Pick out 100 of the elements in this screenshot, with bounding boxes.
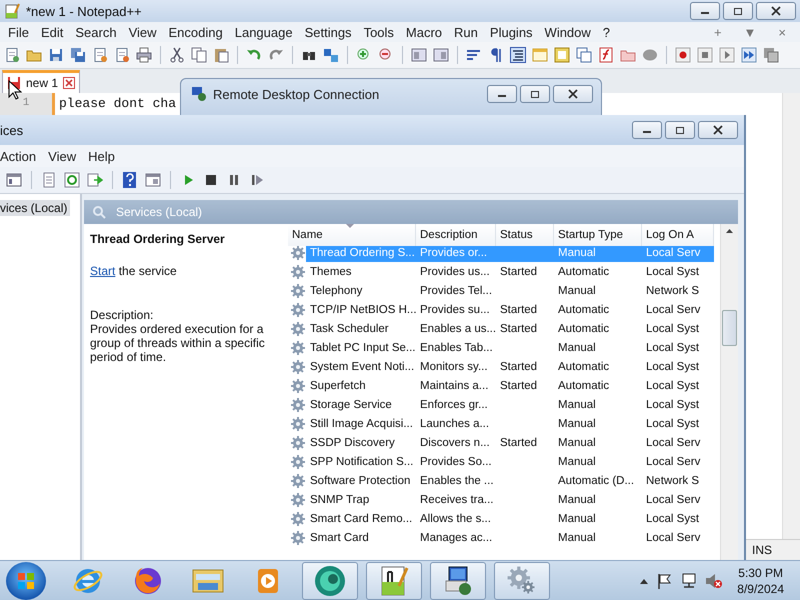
table-cell-text: Started [499,302,538,318]
table-cell-text: Manual [557,416,597,432]
menu-item[interactable]: View [122,24,163,40]
action-text: Start the service [90,264,178,278]
table-cell-text: Superfetch [309,378,367,394]
table-cell-text: Enables the ... [419,474,495,488]
table-cell-text: Receives tra... [419,492,494,508]
table-cell-text: SNMP Trap [309,492,370,508]
table-cell-text: Allows the s... [419,512,492,526]
table-cell-text: Enables a us... [419,322,496,336]
table-cell-text: Enforces gr... [419,398,489,412]
menu-item[interactable]: Plugins [484,24,539,40]
table-cell-text: Provides So... [419,454,493,470]
menu-item[interactable]: Help [82,148,121,164]
table-cell-text: Started [499,378,538,394]
table-cell-text: Local Syst [645,378,700,394]
menu-item[interactable]: Window [538,24,597,40]
table-cell-text: Local Syst [645,512,700,526]
table-cell-text: Software Protection [309,474,412,488]
column-header[interactable]: Name [288,224,416,246]
service-name: Thread Ordering Server [90,232,226,246]
table-cell-text: Automatic [557,302,610,318]
table-cell-text: Telephony [309,284,364,298]
table-cell-text: Discovers n... [419,436,491,450]
table-cell-text: Manual [557,398,597,412]
table-cell-text: Manual [557,454,597,470]
menu-button[interactable]: ▼ [738,24,762,40]
menu-item[interactable]: ? [596,24,616,40]
menu-button[interactable]: + [708,24,728,40]
table-cell-text: Enables Tab... [419,340,494,356]
menu-item[interactable]: View [42,148,82,164]
table-cell-text: Smart Card [309,530,370,546]
table-cell-text: Started [499,360,538,374]
menu-item[interactable]: Edit [34,24,70,40]
description-text: Provides ordered execution for a group of threads within a specific period of time. [90,322,266,364]
table-cell-text: Local Syst [645,398,700,412]
file-tab[interactable]: new 1 [2,70,80,93]
clock-date: 8/9/2024 [737,580,784,596]
table-cell-text: Provides Tel... [419,284,494,298]
table-cell-text: Launches a... [419,416,490,432]
table-cell-text: Started [499,264,538,280]
table-cell-text: Local Serv [645,436,702,450]
column-header[interactable]: Startup Type [554,224,642,246]
table-cell-text: Manages ac... [419,530,494,546]
table-cell-text: Automatic [557,378,610,394]
table-cell-text: Local Serv [645,492,702,508]
window-title: *new 1 - Notepad++ [26,4,143,18]
menu-item[interactable]: Macro [400,24,448,40]
table-cell-text: Local Serv [645,530,702,546]
table-cell-text: Automatic [557,264,610,280]
menu-item[interactable]: Settings [298,24,358,40]
table-cell-text: Network S [645,284,700,298]
window-title: Remote Desktop Connection [213,86,380,102]
table-cell-text: Provides su... [419,302,491,318]
table-cell-text: Provides us... [419,264,491,280]
menu-item[interactable]: Run [448,24,484,40]
table-cell-text: Manual [557,340,597,356]
table-cell-text: Local Syst [645,340,700,356]
table-cell-text: Still Image Acquisi... [309,416,414,432]
menu-item[interactable]: File [2,24,35,40]
menu-item[interactable]: Action [0,148,42,164]
column-header[interactable]: Description [416,224,496,246]
table-cell-text: Manual [557,492,597,508]
menu-item[interactable]: Search [69,24,123,40]
table-cell-text: Smart Card Remo... [309,512,414,526]
table-cell-text: Manual [557,284,597,298]
window-title: ices [0,122,24,138]
table-cell-text: Network S [645,474,700,488]
start-link[interactable]: Start [90,264,116,278]
table-cell-text: Local Serv [645,454,702,470]
menu-item[interactable]: Language [228,24,299,40]
menu-item[interactable]: Tools [358,24,400,40]
table-cell-text: Automatic [557,360,610,374]
table-cell-text: Local Syst [645,416,700,432]
table-cell-text: SPP Notification S... [309,454,414,470]
table-cell-text: SSDP Discovery [309,436,396,450]
table-cell-text: Themes [309,264,353,280]
table-cell-text: Task Scheduler [309,322,390,336]
table-cell-text: TCP/IP NetBIOS H... [309,302,416,318]
table-cell-text: Automatic [557,322,610,336]
code-line: please dont cha [59,96,178,111]
panel-title: Services (Local) [116,205,202,219]
table-cell-text: Maintains a... [419,378,490,394]
column-header[interactable]: Log On A [642,224,714,246]
table-cell-text: Tablet PC Input Se... [309,340,416,356]
clock-time: 5:30 PM [738,564,783,580]
table-cell-text: Storage Service [309,398,393,412]
table-cell-text: Manual [557,512,597,526]
menu-item[interactable]: Encoding [162,24,229,40]
table-cell-text: Local Syst [645,322,700,336]
table-cell-text: Started [499,322,538,336]
column-header[interactable]: Status [496,224,554,246]
table-cell-text: Monitors sy... [419,360,489,374]
table-cell-text: Manual [557,436,597,450]
tree-item[interactable]: vices (Local) [0,200,70,216]
clock[interactable]: 5:30 PM 8/9/2024 [731,564,794,596]
table-cell-text: System Event Noti... [309,360,416,374]
description-label: Description: [90,308,154,322]
table-cell-text: Local Syst [645,360,700,374]
menu-button[interactable]: × [772,24,792,40]
